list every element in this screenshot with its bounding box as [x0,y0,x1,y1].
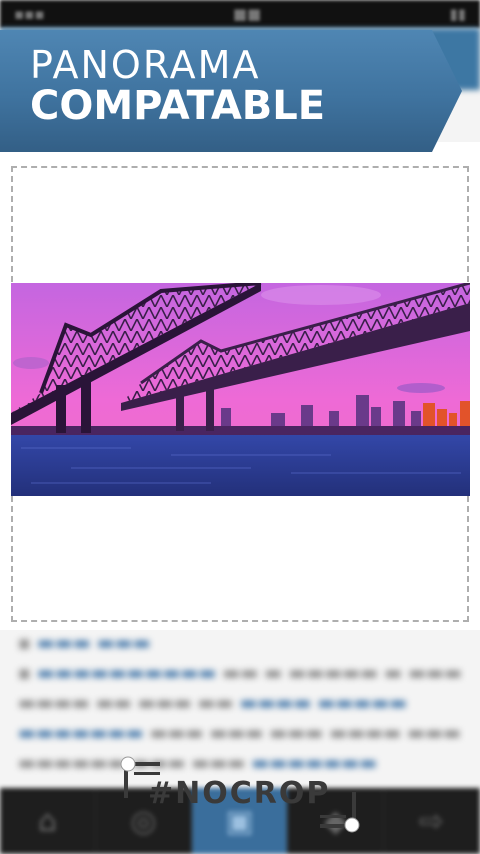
bridge-photo [11,283,470,496]
share-icon: ⇨ [418,803,445,839]
panorama-photo[interactable] [11,283,470,496]
clock-icon: ■■ [232,5,262,23]
tab-share[interactable]: ⇨ [384,788,480,854]
signal-icon: ▪▪▪ [14,5,45,23]
banner-title: PANORAMA COMPATABLE [30,46,325,126]
battery-icon: ▮▮ [449,5,466,23]
banner-line-2: COMPATABLE [30,83,326,129]
panorama-banner: PANORAMA COMPATABLE [0,30,462,152]
nocrop-watermark: #NOCROP [148,776,331,811]
background-caption: ▪ ▬▬▬ ▬▬▬ ▪ ▬▬▬▬▬▬▬▬▬▬ ▬▬ ▬ ▬▬▬▬▬ ▬ ▬▬▬ … [18,632,463,774]
home-icon: ⌂ [37,803,58,839]
status-bar: ▪▪▪ ■■ ▮▮ [0,0,480,28]
tab-home[interactable]: ⌂ [0,788,96,854]
crop-handle-bottom-right[interactable] [312,788,364,836]
banner-line-1: PANORAMA [30,43,261,87]
